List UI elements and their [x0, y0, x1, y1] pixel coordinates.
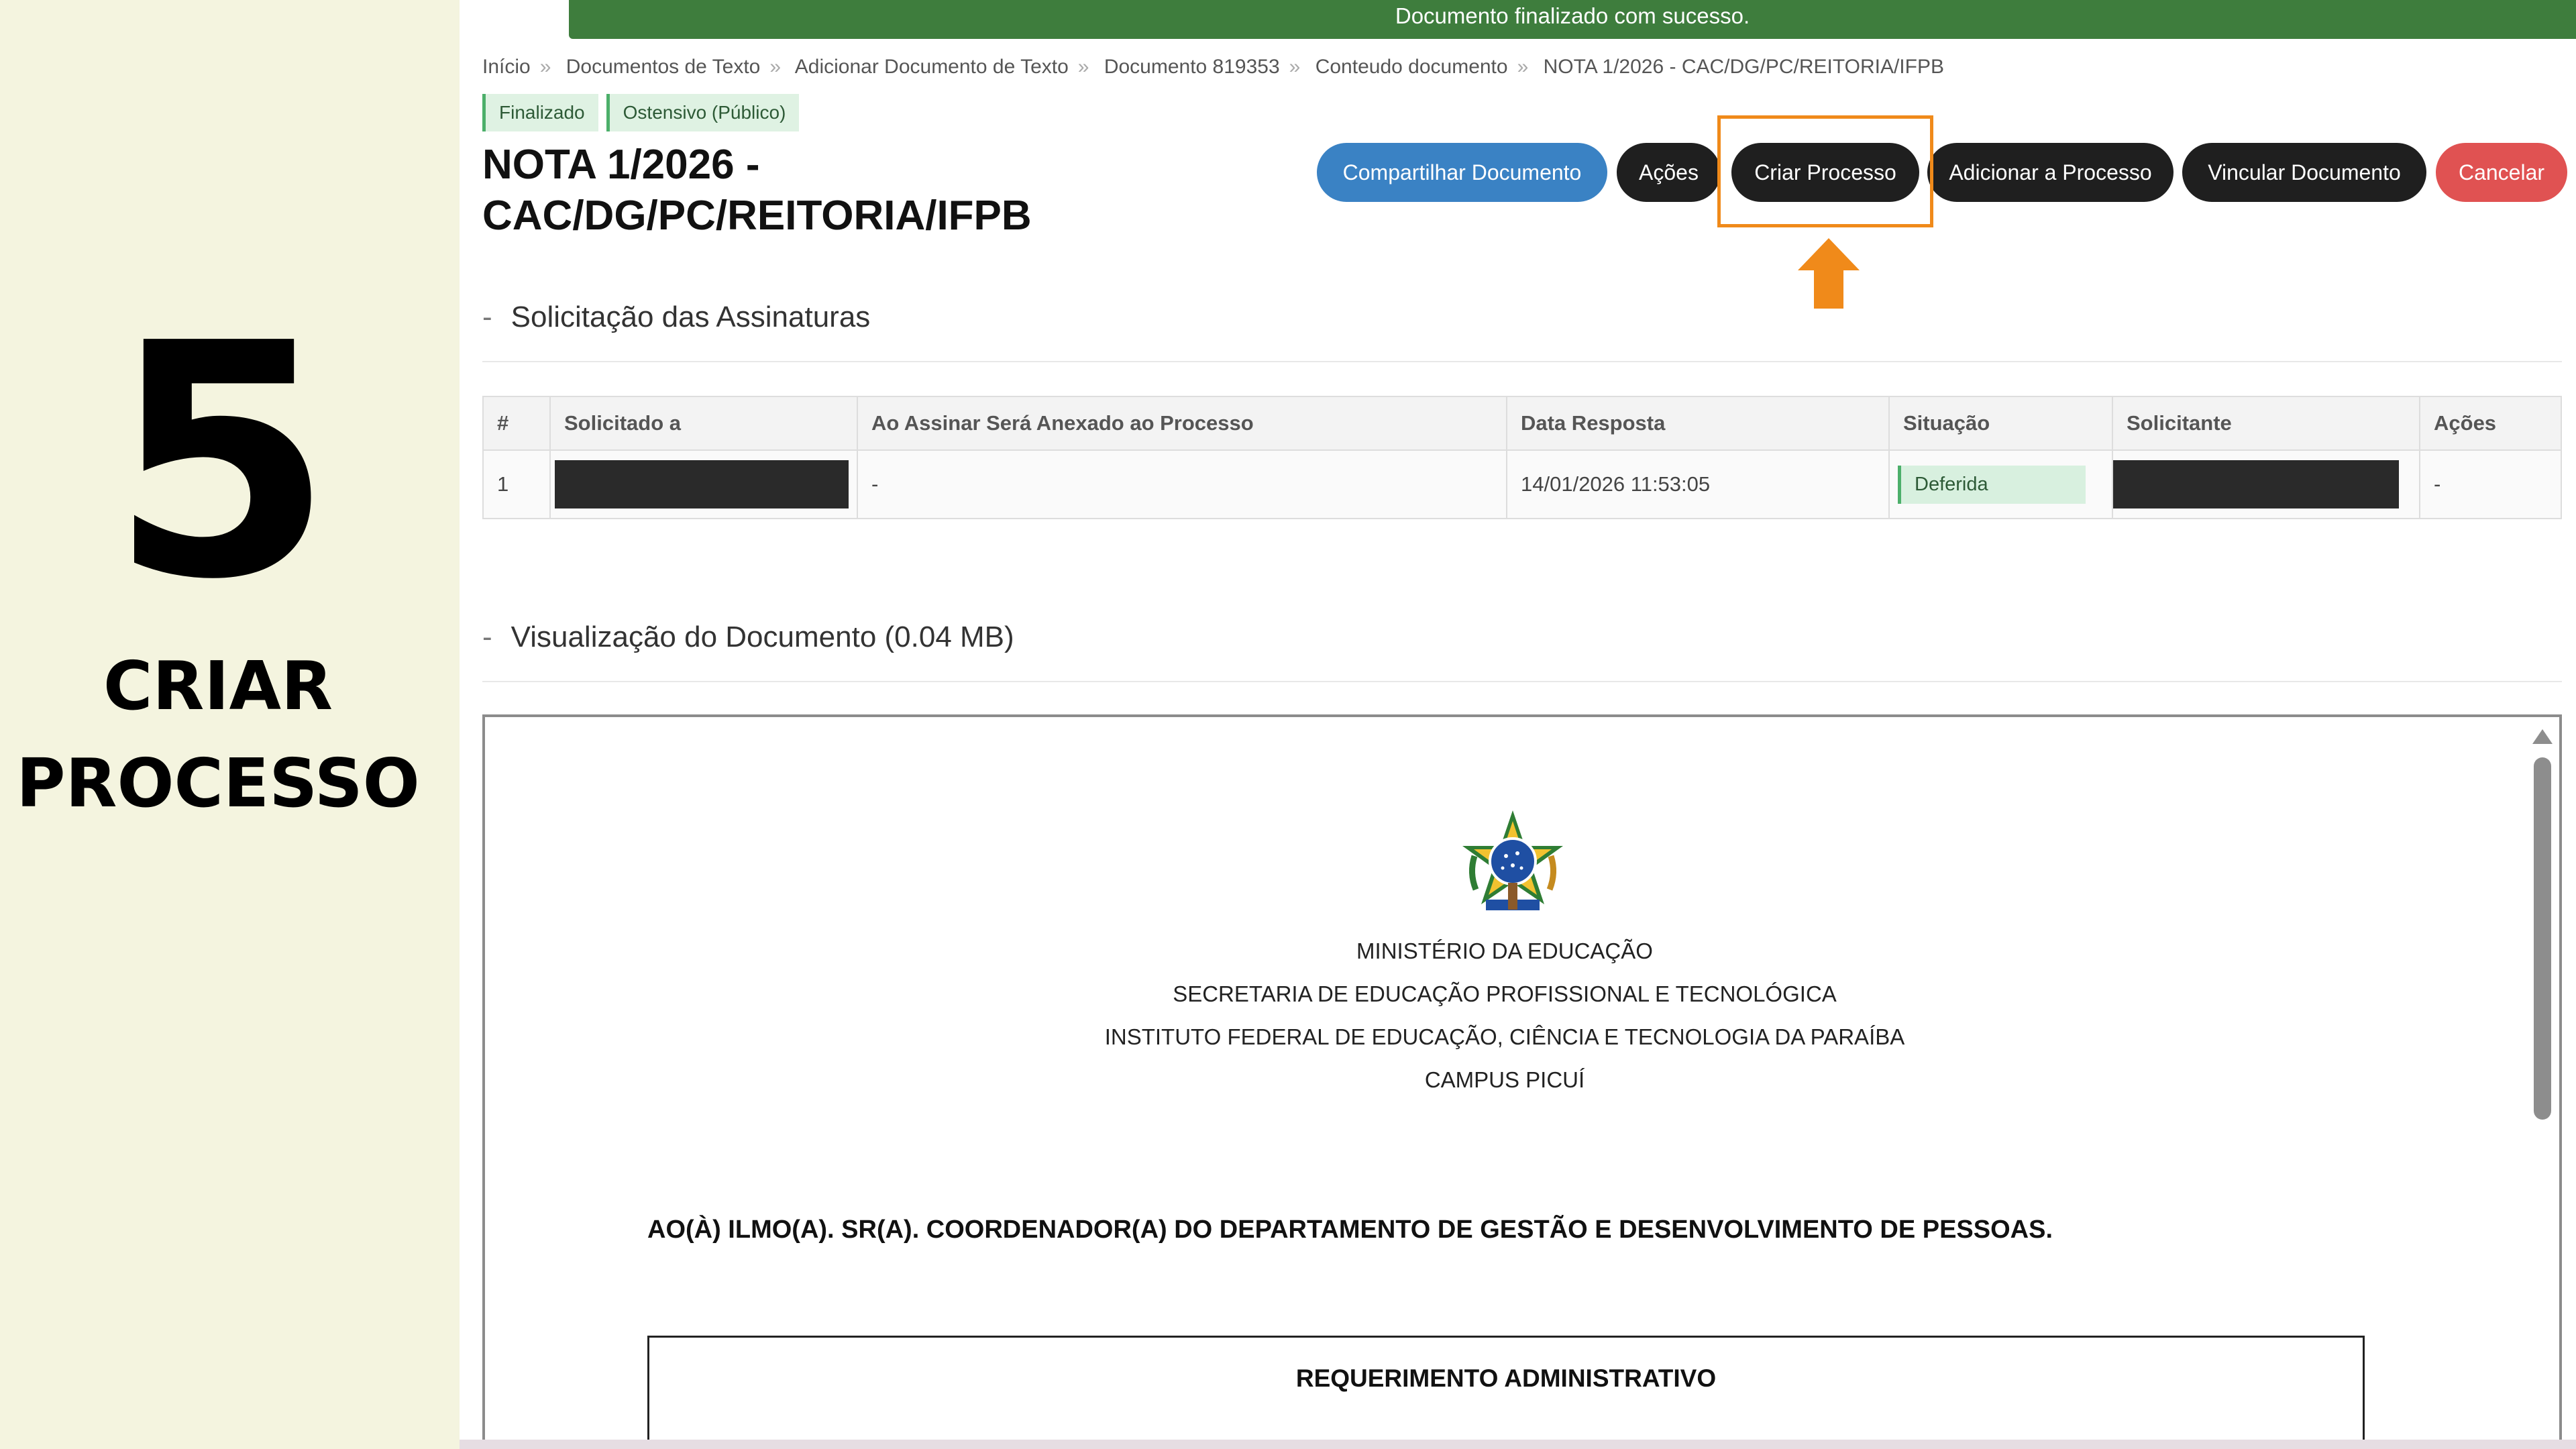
cell-acoes: -: [2419, 449, 2562, 519]
status-badge-deferida: Deferida: [1898, 465, 2086, 504]
cell-situacao: Deferida: [1888, 449, 2113, 519]
brasao-republica-icon: [1462, 810, 1563, 910]
breadcrumb-item-documentos[interactable]: Documentos de Texto: [566, 56, 761, 78]
col-header-solicitante: Solicitante: [2112, 396, 2420, 451]
breadcrumb-item-current: NOTA 1/2026 - CAC/DG/PC/REITORIA/IFPB: [1543, 56, 1944, 78]
col-header-anexado: Ao Assinar Será Anexado ao Processo: [857, 396, 1507, 451]
col-header-acoes: Ações: [2419, 396, 2562, 451]
section-divider: [482, 681, 2562, 682]
page-title: NOTA 1/2026 - CAC/DG/PC/REITORIA/IFPB: [482, 140, 1126, 241]
cell-solicitado: [549, 449, 858, 519]
cell-data-resposta: 14/01/2026 11:53:05: [1506, 449, 1890, 519]
cell-anexado: -: [857, 449, 1507, 519]
signatures-section-header[interactable]: - Solicitação das Assinaturas: [482, 301, 870, 334]
status-badge-finalizado: Finalizado: [482, 94, 598, 131]
scrollbar-thumb[interactable]: [2534, 757, 2551, 1120]
section-divider: [482, 361, 2562, 362]
request-box: REQUERIMENTO ADMINISTRATIVO: [647, 1336, 2365, 1446]
breadcrumb-item-documento[interactable]: Documento 819353: [1104, 56, 1280, 78]
breadcrumb-item-conteudo[interactable]: Conteudo documento: [1316, 56, 1508, 78]
breadcrumb-item-inicio[interactable]: Início: [482, 56, 531, 78]
page-title-line-1: NOTA 1/2026 -: [482, 142, 760, 188]
preview-section-title: Visualização do Documento (0.04 MB): [511, 621, 1014, 653]
table-row: 1 - 14/01/2026 11:53:05 Deferida -: [482, 449, 2562, 519]
actions-button[interactable]: Ações: [1617, 143, 1721, 202]
tutorial-panel: 5 CRIAR PROCESSO: [0, 0, 460, 1449]
cell-num: 1: [482, 449, 551, 519]
arrow-up-icon: [1798, 238, 1860, 309]
step-title-line-2: PROCESSO: [16, 744, 420, 822]
col-header-num: #: [482, 396, 551, 451]
org-line-campus: CAMPUS PICUÍ: [1424, 1067, 1585, 1092]
scroll-up-icon[interactable]: [2532, 729, 2553, 744]
create-process-highlight: [1717, 115, 1933, 227]
link-document-button[interactable]: Vincular Documento: [2182, 143, 2426, 202]
redacted-block: [2113, 460, 2399, 508]
request-title: REQUERIMENTO ADMINISTRATIVO: [1295, 1364, 1717, 1392]
col-header-data: Data Resposta: [1506, 396, 1890, 451]
signatures-section-title: Solicitação das Assinaturas: [511, 301, 871, 333]
step-title: CRIAR PROCESSO: [0, 637, 436, 832]
status-badges: Finalizado Ostensivo (Público): [482, 94, 800, 131]
document-preview[interactable]: MINISTÉRIO DA EDUCAÇÃO SECRETARIA DE EDU…: [482, 714, 2562, 1449]
preview-section-header[interactable]: - Visualização do Documento (0.04 MB): [482, 621, 1014, 654]
breadcrumb: Início» Documentos de Texto» Adicionar D…: [482, 56, 1944, 78]
breadcrumb-item-adicionar[interactable]: Adicionar Documento de Texto: [795, 56, 1069, 78]
signatures-table: # Solicitado a Ao Assinar Será Anexado a…: [482, 396, 2562, 519]
redacted-block: [555, 460, 849, 508]
table-header-row: # Solicitado a Ao Assinar Será Anexado a…: [482, 396, 2562, 451]
org-line-instituto: INSTITUTO FEDERAL DE EDUCAÇÃO, CIÊNCIA E…: [1104, 1024, 1905, 1049]
org-line-secretaria: SECRETARIA DE EDUCAÇÃO PROFISSIONAL E TE…: [1173, 981, 1837, 1006]
step-number: 5: [109, 275, 333, 650]
success-toast: Documento finalizado com sucesso.: [569, 0, 2576, 39]
page-title-line-2: CAC/DG/PC/REITORIA/IFPB: [482, 193, 1032, 239]
app-screen: Documento finalizado com sucesso. Início…: [460, 0, 2576, 1449]
org-line-ministerio: MINISTÉRIO DA EDUCAÇÃO: [1356, 938, 1653, 963]
share-document-button[interactable]: Compartilhar Documento: [1317, 143, 1607, 202]
collapse-icon: -: [482, 621, 492, 653]
document-addressee: AO(À) ILMO(A). SR(A). COORDENADOR(A) DO …: [647, 1216, 2053, 1244]
cancel-button[interactable]: Cancelar: [2436, 143, 2567, 202]
col-header-solicitado: Solicitado a: [549, 396, 858, 451]
collapse-icon: -: [482, 301, 492, 333]
bottom-strip: [460, 1440, 2576, 1449]
cell-solicitante: [2112, 449, 2420, 519]
add-to-process-button[interactable]: Adicionar a Processo: [1927, 143, 2174, 202]
col-header-situacao: Situação: [1888, 396, 2113, 451]
status-badge-ostensivo: Ostensivo (Público): [606, 94, 800, 131]
step-title-line-1: CRIAR: [103, 647, 333, 725]
